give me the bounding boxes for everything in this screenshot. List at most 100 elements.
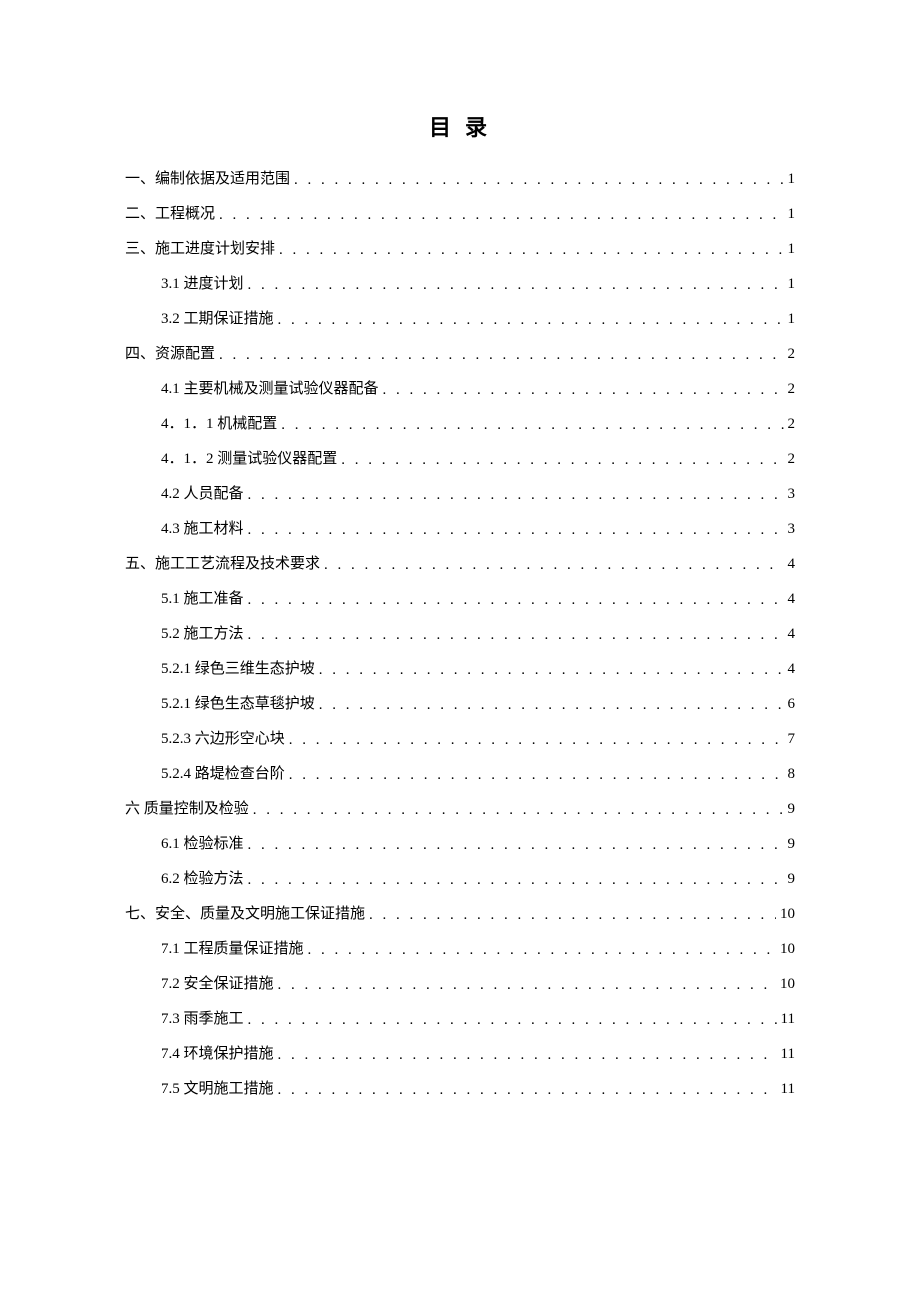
toc-leader-dots (279, 243, 783, 258)
toc-label: 7.1 工程质量保证措施 (161, 942, 304, 957)
toc-leader-dots (308, 943, 776, 958)
toc-page-number: 4 (788, 662, 796, 677)
toc-entry: 5.1 施工准备 4 (125, 592, 795, 607)
toc-page-number: 1 (788, 207, 796, 222)
toc-page-number: 11 (781, 1012, 795, 1027)
toc-label: 7.2 安全保证措施 (161, 977, 274, 992)
toc-entry: 6.2 检验方法 9 (125, 872, 795, 887)
toc-page-number: 11 (781, 1082, 795, 1097)
toc-label: 6.1 检验标准 (161, 837, 244, 852)
toc-page-number: 10 (780, 907, 795, 922)
toc-entry: 7.4 环境保护措施 11 (125, 1047, 795, 1062)
toc-entry: 5.2.1 绿色三维生态护坡4 (125, 662, 795, 677)
page-title: 目 录 (125, 110, 795, 142)
toc-page-number: 11 (781, 1047, 795, 1062)
toc-entry: 7.1 工程质量保证措施 10 (125, 942, 795, 957)
toc-leader-dots (341, 453, 783, 468)
toc-page-number: 9 (788, 872, 796, 887)
toc-leader-dots (248, 628, 784, 643)
toc-label: 3.1 进度计划 (161, 277, 244, 292)
toc-label: 二、工程概况 (125, 207, 215, 222)
toc-page-number: 6 (788, 697, 796, 712)
toc-entry: 6.1 检验标准 9 (125, 837, 795, 852)
toc-leader-dots (369, 908, 776, 923)
toc-entry: 一、编制依据及适用范围 1 (125, 172, 795, 187)
toc-page-number: 2 (788, 417, 796, 432)
toc-label: 六 质量控制及检验 (125, 802, 249, 817)
toc-entry: 4.1 主要机械及测量试验仪器配备 2 (125, 382, 795, 397)
toc-page-number: 8 (788, 767, 796, 782)
toc-label: 4.1 主要机械及测量试验仪器配备 (161, 382, 379, 397)
toc-label: 3.2 工期保证措施 (161, 312, 274, 327)
toc-entry: 七、安全、质量及文明施工保证措施 10 (125, 907, 795, 922)
toc-page-number: 1 (788, 312, 796, 327)
toc-entry: 五、施工工艺流程及技术要求 4 (125, 557, 795, 572)
toc-label: 7.5 文明施工措施 (161, 1082, 274, 1097)
table-of-contents: 一、编制依据及适用范围1二、工程概况1三、施工进度计划安排13.1 进度计划13… (125, 172, 795, 1097)
toc-label: 5.2.1 绿色生态草毯护坡 (161, 697, 315, 712)
toc-leader-dots (248, 873, 784, 888)
toc-entry: 六 质量控制及检验 9 (125, 802, 795, 817)
toc-entry: 3.2 工期保证措施 1 (125, 312, 795, 327)
toc-entry: 3.1 进度计划 1 (125, 277, 795, 292)
toc-page-number: 3 (788, 487, 796, 502)
toc-leader-dots (294, 173, 783, 188)
toc-entry: 4．1．1 机械配置 2 (125, 417, 795, 432)
toc-leader-dots (248, 838, 784, 853)
toc-entry: 4．1．2 测量试验仪器配置2 (125, 452, 795, 467)
toc-page-number: 2 (788, 382, 796, 397)
toc-entry: 四、资源配置 2 (125, 347, 795, 362)
toc-label: 7.4 环境保护措施 (161, 1047, 274, 1062)
toc-leader-dots (278, 313, 784, 328)
toc-leader-dots (319, 698, 784, 713)
toc-page-number: 10 (780, 977, 795, 992)
toc-page-number: 2 (788, 347, 796, 362)
toc-entry: 5.2.4 路堤检查台阶 8 (125, 767, 795, 782)
toc-leader-dots (253, 803, 784, 818)
toc-entry: 5.2 施工方法 4 (125, 627, 795, 642)
toc-label: 4.3 施工材料 (161, 522, 244, 537)
toc-label: 7.3 雨季施工 (161, 1012, 244, 1027)
toc-label: 5.2 施工方法 (161, 627, 244, 642)
toc-entry: 4.2 人员配备 3 (125, 487, 795, 502)
toc-label: 5.2.4 路堤检查台阶 (161, 767, 285, 782)
toc-label: 五、施工工艺流程及技术要求 (125, 557, 320, 572)
toc-leader-dots (324, 558, 783, 573)
toc-leader-dots (248, 488, 784, 503)
toc-leader-dots (248, 593, 784, 608)
toc-page-number: 4 (788, 592, 796, 607)
toc-page-number: 10 (780, 942, 795, 957)
toc-label: 七、安全、质量及文明施工保证措施 (125, 907, 365, 922)
toc-leader-dots (319, 663, 784, 678)
toc-leader-dots (248, 278, 784, 293)
toc-entry: 5.2.3 六边形空心块7 (125, 732, 795, 747)
toc-leader-dots (278, 1048, 777, 1063)
toc-label: 6.2 检验方法 (161, 872, 244, 887)
toc-page-number: 1 (788, 277, 796, 292)
toc-leader-dots (281, 418, 783, 433)
toc-label: 4．1．1 机械配置 (161, 417, 277, 432)
toc-page-number: 1 (788, 172, 796, 187)
toc-leader-dots (248, 523, 784, 538)
toc-entry: 二、工程概况 1 (125, 207, 795, 222)
toc-entry: 5.2.1 绿色生态草毯护坡 6 (125, 697, 795, 712)
toc-label: 四、资源配置 (125, 347, 215, 362)
toc-leader-dots (289, 733, 784, 748)
toc-leader-dots (219, 208, 783, 223)
toc-leader-dots (278, 978, 776, 993)
toc-page-number: 4 (788, 627, 796, 642)
toc-label: 三、施工进度计划安排 (125, 242, 275, 257)
toc-page-number: 9 (788, 802, 796, 817)
toc-page-number: 4 (788, 557, 796, 572)
toc-entry: 7.5 文明施工措施 11 (125, 1082, 795, 1097)
toc-entry: 7.2 安全保证措施 10 (125, 977, 795, 992)
toc-label: 5.1 施工准备 (161, 592, 244, 607)
toc-label: 4.2 人员配备 (161, 487, 244, 502)
toc-leader-dots (289, 768, 784, 783)
toc-label: 一、编制依据及适用范围 (125, 172, 290, 187)
toc-entry: 4.3 施工材料 3 (125, 522, 795, 537)
toc-page-number: 9 (788, 837, 796, 852)
toc-page-number: 2 (788, 452, 796, 467)
toc-leader-dots (278, 1083, 777, 1098)
toc-page-number: 3 (788, 522, 796, 537)
